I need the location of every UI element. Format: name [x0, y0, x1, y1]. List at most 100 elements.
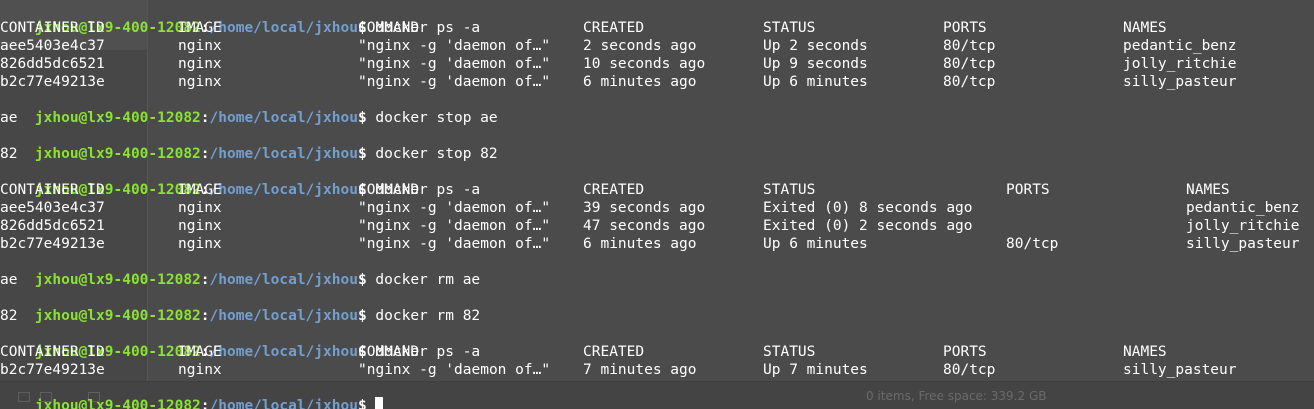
created-cell: 6 minutes ago [583, 236, 697, 252]
prompt-path: /home/local/jxhou [209, 20, 358, 36]
ports-cell: 80/tcp [1006, 236, 1059, 252]
image-cell: nginx [178, 38, 222, 54]
names-cell: silly_pasteur [1186, 236, 1300, 252]
prompt-path: /home/local/jxhou [209, 398, 358, 409]
column-header: STATUS [763, 182, 816, 198]
ports-cell: 80/tcp [943, 38, 996, 54]
column-header: IMAGE [178, 20, 222, 36]
prompt-line: jxhou@lx9-400-12082:/home/local/jxhou$ d… [0, 91, 498, 126]
prompt-path: /home/local/jxhou [209, 344, 358, 360]
names-cell: silly_pasteur [1123, 362, 1237, 378]
command-cell: "nginx -g 'daemon of…" [358, 56, 551, 72]
command-text: docker rm 82 [375, 308, 481, 324]
prompt-dollar: $ [357, 146, 367, 162]
table-row: aee5403e4c37 nginx "nginx -g 'daemon of…… [0, 37, 1237, 55]
prompt-separator: : [200, 272, 210, 288]
column-header: CONTAINER ID [0, 344, 105, 360]
column-header: COMMAND [358, 20, 420, 36]
column-header: IMAGE [178, 182, 222, 198]
created-cell: 47 seconds ago [583, 218, 706, 234]
table-header-row: CONTAINER ID IMAGE COMMAND CREATED STATU… [0, 343, 1167, 361]
command-output: 82 [0, 308, 18, 324]
table-row: 826dd5dc6521 nginx "nginx -g 'daemon of…… [0, 55, 1237, 73]
prompt-user: jxhou@lx9-400-12082 [34, 308, 201, 324]
table-row: aee5403e4c37 nginx "nginx -g 'daemon of…… [0, 199, 1300, 217]
column-header: PORTS [943, 20, 987, 36]
prompt-user: jxhou@lx9-400-12082 [34, 398, 201, 409]
created-cell: 2 seconds ago [583, 38, 697, 54]
command-cell: "nginx -g 'daemon of…" [358, 218, 551, 234]
container-id-cell: b2c77e49213e [0, 236, 105, 252]
container-id-cell: b2c77e49213e [0, 74, 105, 90]
status-cell: Exited (0) 8 seconds ago [763, 200, 973, 216]
column-header: STATUS [763, 344, 816, 360]
table-header-row: CONTAINER ID IMAGE COMMAND CREATED STATU… [0, 19, 1167, 37]
command-output: ae [0, 110, 18, 126]
image-cell: nginx [178, 56, 222, 72]
column-header: CONTAINER ID [0, 20, 105, 36]
prompt-separator: : [200, 146, 210, 162]
status-cell: Up 6 minutes [763, 74, 868, 90]
command-cell: "nginx -g 'daemon of…" [358, 200, 551, 216]
prompt-dollar: $ [357, 398, 367, 409]
prompt-line: jxhou@lx9-400-12082:/home/local/jxhou$ d… [0, 325, 480, 360]
column-header: COMMAND [358, 182, 420, 198]
created-cell: 7 minutes ago [583, 362, 697, 378]
column-header: STATUS [763, 20, 816, 36]
names-cell: silly_pasteur [1123, 74, 1237, 90]
command-text: docker rm ae [375, 272, 481, 288]
image-cell: nginx [178, 236, 222, 252]
command-text: docker stop 82 [375, 146, 498, 162]
ports-cell: 80/tcp [943, 362, 996, 378]
terminal-window[interactable]: 0 items, Free space: 339.2 GB jxhou@lx9-… [0, 0, 1314, 409]
container-id-cell: aee5403e4c37 [0, 38, 105, 54]
text-cursor [375, 397, 384, 409]
command-output: 82 [0, 146, 18, 162]
prompt-separator: : [200, 398, 210, 409]
container-id-cell: aee5403e4c37 [0, 200, 105, 216]
created-cell: 6 minutes ago [583, 74, 697, 90]
names-cell: pedantic_benz [1186, 200, 1300, 216]
prompt-dollar: $ [357, 308, 367, 324]
prompt-path: /home/local/jxhou [209, 308, 358, 324]
prompt-path: /home/local/jxhou [209, 182, 358, 198]
prompt-line: jxhou@lx9-400-12082:/home/local/jxhou$ d… [0, 127, 498, 162]
container-id-cell: 826dd5dc6521 [0, 56, 105, 72]
column-header: PORTS [943, 344, 987, 360]
command-output: ae [0, 272, 18, 288]
table-row: 826dd5dc6521 nginx "nginx -g 'daemon of…… [0, 217, 1300, 235]
prompt-user: jxhou@lx9-400-12082 [34, 110, 201, 126]
column-header: COMMAND [358, 344, 420, 360]
prompt-path: /home/local/jxhou [209, 110, 358, 126]
prompt-line: jxhou@lx9-400-12082:/home/local/jxhou$ d… [0, 253, 480, 288]
prompt-line: jxhou@lx9-400-12082:/home/local/jxhou$ d… [0, 163, 480, 198]
table-header-row: CONTAINER ID IMAGE COMMAND CREATED STATU… [0, 181, 1230, 199]
prompt-path: /home/local/jxhou [209, 272, 358, 288]
table-row: b2c77e49213e nginx "nginx -g 'daemon of…… [0, 73, 1237, 91]
column-header: NAMES [1123, 344, 1167, 360]
column-header: CONTAINER ID [0, 182, 105, 198]
prompt-line: jxhou@lx9-400-12082:/home/local/jxhou$ d… [0, 289, 480, 324]
command-cell: "nginx -g 'daemon of…" [358, 236, 551, 252]
column-header: CREATED [583, 20, 645, 36]
column-header: CREATED [583, 344, 645, 360]
column-header: CREATED [583, 182, 645, 198]
status-cell: Up 6 minutes [763, 236, 868, 252]
status-cell: Up 2 seconds [763, 38, 868, 54]
column-header: NAMES [1123, 20, 1167, 36]
command-cell: "nginx -g 'daemon of…" [358, 74, 551, 90]
prompt-separator: : [200, 110, 210, 126]
column-header: IMAGE [178, 344, 222, 360]
names-cell: pedantic_benz [1123, 38, 1237, 54]
image-cell: nginx [178, 74, 222, 90]
ports-cell: 80/tcp [943, 74, 996, 90]
prompt-line: jxhou@lx9-400-12082:/home/local/jxhou$ d… [0, 1, 480, 36]
status-cell: Exited (0) 2 seconds ago [763, 218, 973, 234]
created-cell: 10 seconds ago [583, 56, 706, 72]
prompt-user: jxhou@lx9-400-12082 [34, 146, 201, 162]
prompt-line[interactable]: jxhou@lx9-400-12082:/home/local/jxhou$ [0, 379, 384, 409]
created-cell: 39 seconds ago [583, 200, 706, 216]
image-cell: nginx [178, 362, 222, 378]
prompt-path: /home/local/jxhou [209, 146, 358, 162]
prompt-separator: : [200, 308, 210, 324]
